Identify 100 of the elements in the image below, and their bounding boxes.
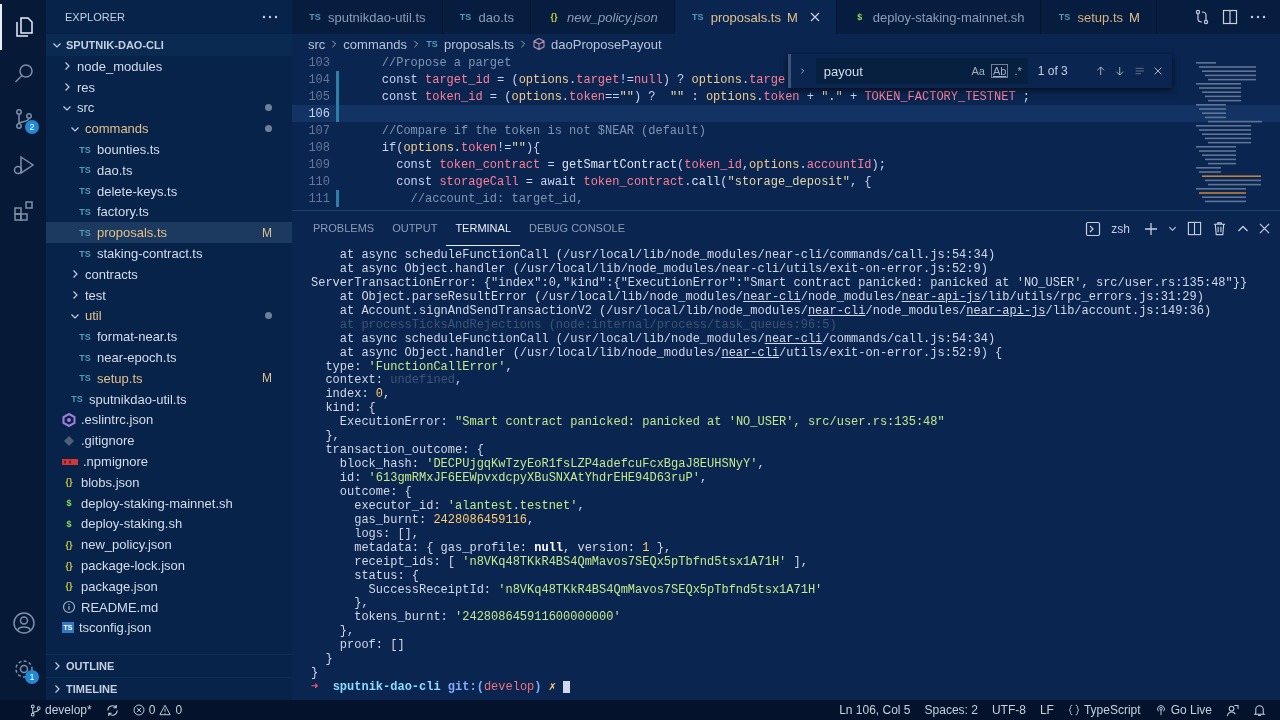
diamond-icon xyxy=(62,433,76,448)
status-item[interactable]: Spaces: 2 xyxy=(924,703,978,717)
find-input[interactable]: payout Aa Ab .* xyxy=(815,58,1028,84)
file-item[interactable]: $ deploy-staking.sh xyxy=(46,513,292,535)
folder-item[interactable]: commands xyxy=(46,118,292,140)
terminal-link[interactable]: near-cli xyxy=(743,289,801,304)
go-live-button[interactable]: Go Live xyxy=(1154,703,1212,717)
chevron-down-icon[interactable] xyxy=(1168,224,1177,233)
terminal-line: ServerTransactionError: {"index":0,"kind":{"ExecutionError":"Smart contract panicked: panicked at 'NO_USER', src/user.rs:135:48"}} xyxy=(311,276,1249,291)
account-icon[interactable] xyxy=(12,611,36,635)
close-icon[interactable] xyxy=(1153,65,1163,77)
panel-tab[interactable]: PROBLEMS xyxy=(304,211,384,246)
arrow-down-icon[interactable] xyxy=(1115,64,1125,78)
folder-item[interactable]: contracts xyxy=(46,263,292,285)
file-item[interactable]: $ deploy-staking-mainnet.sh xyxy=(46,492,292,514)
file-type-icon: {} xyxy=(62,560,76,571)
arrow-up-icon[interactable] xyxy=(1095,64,1106,78)
file-item[interactable]: TS dao.ts xyxy=(46,160,292,181)
file-item[interactable]: TS sputnikdao-util.ts xyxy=(46,388,292,410)
branch-status[interactable]: develop* xyxy=(30,703,92,717)
file-item[interactable]: TS near-epoch.ts xyxy=(46,347,292,368)
terminal-link[interactable]: near-api-js xyxy=(966,303,1046,318)
file-item[interactable]: .eslintrc.json xyxy=(46,409,292,431)
file-item[interactable]: .npmignore xyxy=(46,451,292,472)
shell-name[interactable]: zsh xyxy=(1111,221,1130,236)
breadcrumb[interactable]: commands xyxy=(343,36,407,52)
more-icon[interactable] xyxy=(262,15,278,19)
folder-item[interactable]: test xyxy=(46,284,292,306)
section-header[interactable]: OUTLINE xyxy=(46,654,292,677)
count-badge: 1 xyxy=(25,670,39,684)
terminal-line: receipt_ids: [ 'n8VKq48TKkR4BS4QmMavos7SEQx5pTbfnd5tsx1A71H' ], xyxy=(353,555,809,570)
search-option-toggle[interactable]: Ab xyxy=(990,64,1009,78)
status-item[interactable]: LF xyxy=(1039,703,1054,717)
plus-icon[interactable] xyxy=(1144,221,1158,236)
folder-item[interactable]: res xyxy=(46,76,292,98)
code-line: const token_contract = getSmartContract(token_id,options.accountId); xyxy=(395,157,886,172)
chevron-right-icon[interactable] xyxy=(799,66,806,76)
file-item[interactable]: {} package.json xyxy=(46,575,292,597)
file-item[interactable]: TS setup.ts M xyxy=(46,367,292,389)
line-number: 105 xyxy=(307,89,330,104)
project-section-header[interactable]: SPUTNIK-DAO-CLI xyxy=(46,34,292,56)
code-line: //account_id: target_id, xyxy=(409,191,584,206)
search-option-toggle[interactable]: Aa xyxy=(971,65,985,77)
chevron-right-icon xyxy=(62,61,72,72)
panel-tab[interactable]: TERMINAL xyxy=(446,211,520,246)
search-option-toggle[interactable]: .* xyxy=(1014,65,1022,77)
editor-tab[interactable]: TS proposals.ts M xyxy=(674,0,837,34)
problems-status[interactable]: 0 0 xyxy=(132,703,183,717)
folder-item[interactable]: node_modules xyxy=(46,56,292,77)
modified-status: M xyxy=(262,225,272,240)
file-item[interactable]: README.md xyxy=(46,596,292,618)
play-bug-icon[interactable] xyxy=(12,153,36,177)
terminal-line: at async scheduleFunctionCall (/usr/local/lib/node_modules/near-cli/commands/call.js:54:34) xyxy=(338,332,997,347)
settings-icon[interactable] xyxy=(12,657,36,681)
search-icon[interactable] xyxy=(12,61,36,85)
split-terminal-icon[interactable] xyxy=(1187,221,1202,236)
file-item[interactable]: {} package-lock.json xyxy=(46,555,292,576)
breadcrumb[interactable]: proposals.ts xyxy=(443,36,514,52)
panel-tab[interactable]: OUTPUT xyxy=(383,211,447,246)
folder-item[interactable]: src xyxy=(46,97,292,119)
line-number: 111 xyxy=(307,191,330,206)
folder-item[interactable]: util xyxy=(46,305,292,327)
code-line: const target_id = (options.target!=null) ? options.targe xyxy=(380,72,786,87)
more-icon[interactable] xyxy=(1250,15,1266,19)
status-item[interactable]: Ln 106, Col 5 xyxy=(839,703,911,717)
status-item[interactable]: UTF-8 xyxy=(991,703,1026,717)
blocks-icon[interactable] xyxy=(12,199,36,223)
terminal-link[interactable]: near-cli xyxy=(764,331,823,346)
close-icon[interactable] xyxy=(1259,223,1270,234)
terminal-link[interactable]: near-cli xyxy=(807,303,866,318)
sync-icon[interactable] xyxy=(105,703,119,717)
file-item[interactable]: TS factory.ts xyxy=(46,201,292,223)
prompt-line: ➜ sputnik-dao-cli git:(develop) ✗ xyxy=(311,681,1280,695)
file-item[interactable]: TS bounties.ts xyxy=(46,139,292,160)
panel-tab[interactable]: DEBUG CONSOLE xyxy=(520,211,634,246)
terminal-line: } xyxy=(324,653,334,668)
trash-icon[interactable] xyxy=(1212,221,1227,236)
bell-icon[interactable] xyxy=(1253,703,1266,717)
terminal-line: } xyxy=(311,667,320,682)
feedback-icon[interactable] xyxy=(1226,703,1239,717)
file-type-icon: {} xyxy=(62,477,76,488)
file-item[interactable]: {} new_policy.json xyxy=(46,534,292,556)
compare-icon[interactable] xyxy=(1194,9,1210,25)
file-item[interactable]: .gitignore xyxy=(46,430,292,452)
file-item[interactable]: TS proposals.ts M xyxy=(46,222,292,244)
terminal-link[interactable]: near-api-js xyxy=(901,289,981,304)
file-type-icon: TS xyxy=(78,227,92,238)
language-status[interactable]: TypeScript xyxy=(1067,703,1141,717)
split-editor-icon[interactable] xyxy=(1222,9,1238,25)
file-item[interactable]: {} blobs.json xyxy=(46,471,292,493)
file-type-icon: TS xyxy=(424,39,439,49)
file-item[interactable]: TS staking-contract.ts xyxy=(46,243,292,264)
close-icon[interactable] xyxy=(809,12,820,22)
terminal-line: SuccessReceiptId: 'n8VKq48TKkR4BS4QmMavos7SEQx5pTbfnd5tsx1A71H' xyxy=(367,583,824,598)
breadcrumb[interactable]: daoProposePayout xyxy=(551,36,662,52)
file-type-icon: {} xyxy=(62,539,76,550)
breadcrumb[interactable]: src xyxy=(308,36,326,52)
terminal-link[interactable]: near-cli xyxy=(721,345,780,360)
file-item[interactable]: TS delete-keys.ts xyxy=(46,180,292,202)
file-item[interactable]: TS format-near.ts xyxy=(46,326,292,348)
